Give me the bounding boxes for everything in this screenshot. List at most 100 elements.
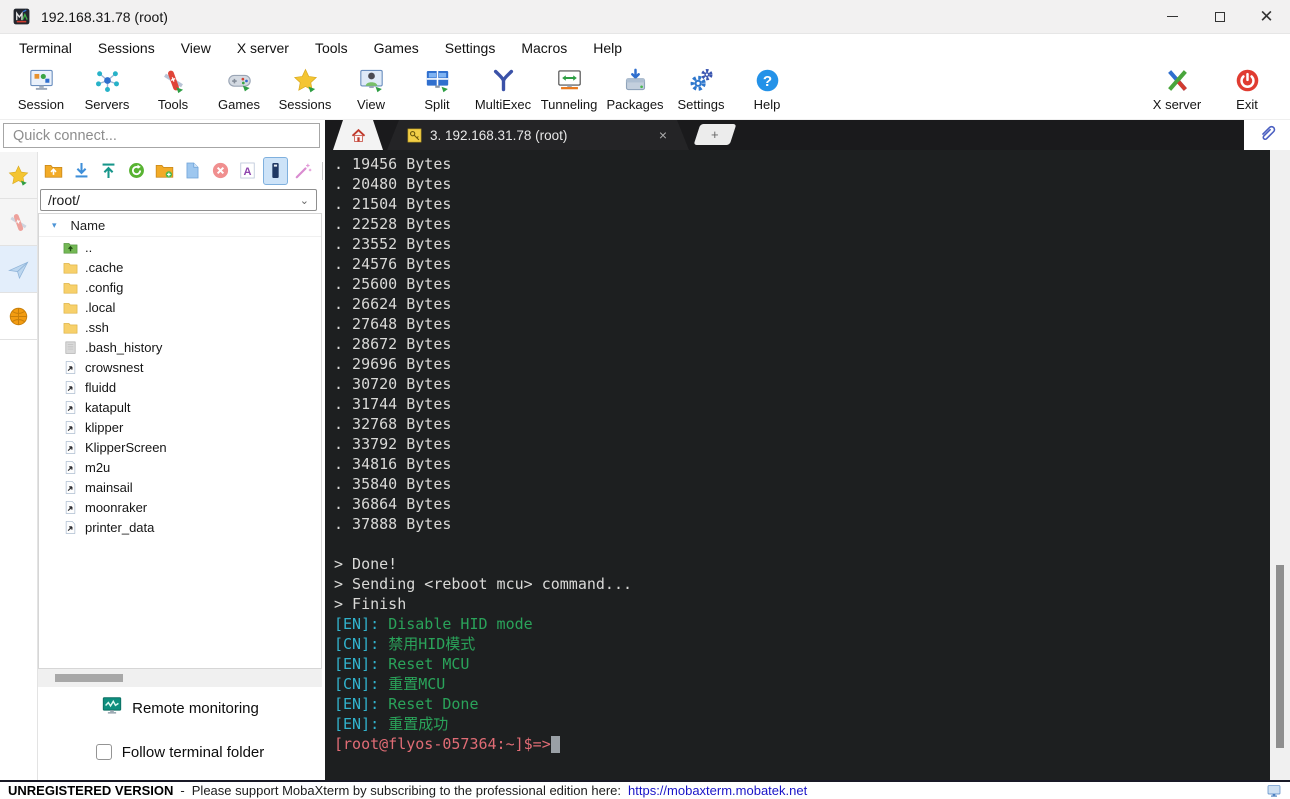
maximize-button[interactable] xyxy=(1196,0,1243,33)
download-button[interactable] xyxy=(69,157,94,185)
toolbar-label-settings: Settings xyxy=(677,97,725,112)
file-row[interactable]: katapult xyxy=(39,397,321,417)
close-icon: ✕ xyxy=(1259,7,1274,26)
file-name: crowsnest xyxy=(85,359,144,375)
terminal-line: > Sending <reboot mcu> command... xyxy=(334,574,1270,594)
menu-item-macros[interactable]: Macros xyxy=(508,40,580,56)
path-dropdown[interactable]: /root/ ⌄ xyxy=(40,189,317,211)
sidebar-tab-macros[interactable] xyxy=(0,246,37,293)
exit-icon xyxy=(1234,67,1261,94)
delete-button[interactable] xyxy=(208,157,233,185)
menu-item-tools[interactable]: Tools xyxy=(302,40,361,56)
terminal-area[interactable]: . 19456 Bytes . 20480 Bytes . 21504 Bytes.… xyxy=(325,150,1290,780)
file-row[interactable]: klipper xyxy=(39,417,321,437)
toolbar-exit[interactable]: Exit xyxy=(1214,67,1280,112)
menu-bar: Terminal Sessions View X server Tools Games Se… xyxy=(0,34,1290,62)
new-tab-button[interactable]: + xyxy=(693,124,737,145)
terminal-text-segment: [root@flyos-057364:~]$=> xyxy=(334,735,551,753)
session-icon xyxy=(28,67,55,94)
session-tab-label: 3. 192.168.31.78 (root) xyxy=(430,127,568,143)
sftp-horizontal-scrollbar[interactable] xyxy=(38,669,322,687)
file-list-header[interactable]: ▾ Name xyxy=(39,214,321,237)
menu-item-x-server[interactable]: X server xyxy=(224,40,302,56)
file-name: .ssh xyxy=(85,319,109,335)
edit-active-icon xyxy=(266,161,285,180)
toolbar-tunneling[interactable]: Tunneling xyxy=(536,67,602,112)
sidebar-tab-tools[interactable] xyxy=(0,199,37,246)
file-row[interactable]: .config xyxy=(39,277,321,297)
home-tab[interactable] xyxy=(333,120,383,150)
file-name: katapult xyxy=(85,399,131,415)
file-row[interactable]: crowsnest xyxy=(39,357,321,377)
file-row[interactable]: moonraker xyxy=(39,497,321,517)
home-icon xyxy=(351,128,365,142)
edit-file-button[interactable]: A xyxy=(236,157,261,185)
toolbar-settings[interactable]: Settings xyxy=(668,67,734,112)
sidebar-tab-sftp[interactable] xyxy=(0,293,37,340)
toolbar-sessions[interactable]: Sessions xyxy=(272,67,338,112)
terminal-line: [EN]: 重置成功 xyxy=(334,714,1270,734)
terminal-text-segment: [EN]: xyxy=(334,715,389,733)
folder-icon xyxy=(63,320,78,335)
file-row[interactable]: .bash_history xyxy=(39,337,321,357)
toolbar-games[interactable]: Games xyxy=(206,67,272,112)
terminal-line: . 19456 Bytes xyxy=(334,154,1270,174)
toolbar-help[interactable]: ? Help xyxy=(734,67,800,112)
scrollbar-thumb[interactable] xyxy=(1276,565,1284,748)
terminal-text-segment: > Sending <reboot mcu> command... xyxy=(334,575,633,593)
close-tab-icon[interactable]: × xyxy=(659,127,667,143)
upload-button[interactable] xyxy=(97,157,122,185)
file-row[interactable]: .cache xyxy=(39,257,321,277)
file-row[interactable]: printer_data xyxy=(39,517,321,537)
toolbar-servers[interactable]: Servers xyxy=(74,67,140,112)
toolbar-x-server[interactable]: X server xyxy=(1144,67,1210,112)
follow-terminal-folder-checkbox[interactable] xyxy=(95,744,112,760)
menu-item-sessions[interactable]: Sessions xyxy=(85,40,168,56)
scrollbar-thumb[interactable] xyxy=(55,674,123,682)
menu-item-view[interactable]: View xyxy=(168,40,224,56)
close-button[interactable]: ✕ xyxy=(1243,0,1290,33)
terminal-text-segment: . 30720 Bytes xyxy=(334,375,452,393)
file-row[interactable]: fluidd xyxy=(39,377,321,397)
mobatek-link[interactable]: https://mobaxterm.mobatek.net xyxy=(628,783,807,798)
terminal-text-segment: . 29696 Bytes xyxy=(334,355,452,373)
star-icon xyxy=(7,164,30,187)
toolbar-session[interactable]: Session xyxy=(8,67,74,112)
file-row[interactable]: m2u xyxy=(39,457,321,477)
file-row[interactable]: .local xyxy=(39,297,321,317)
menu-item-settings[interactable]: Settings xyxy=(432,40,509,56)
menu-item-help[interactable]: Help xyxy=(580,40,635,56)
refresh-button[interactable] xyxy=(124,157,149,185)
file-editor-button[interactable] xyxy=(263,156,289,185)
toolbar-tools[interactable]: Tools xyxy=(140,67,206,112)
file-row[interactable]: .ssh xyxy=(39,317,321,337)
toolbar-view[interactable]: View xyxy=(338,67,404,112)
menu-item-games[interactable]: Games xyxy=(361,40,432,56)
link-icon xyxy=(63,500,78,515)
file-row[interactable]: mainsail xyxy=(39,477,321,497)
new-folder-button[interactable] xyxy=(152,157,177,185)
tools-icon xyxy=(160,67,187,94)
quick-connect-input[interactable] xyxy=(3,123,320,148)
terminal-text-segment: Reset MCU xyxy=(388,655,470,673)
toolbar-split[interactable]: Split xyxy=(404,67,470,112)
terminal-vertical-scrollbar[interactable] xyxy=(1270,150,1290,780)
sidebar-tab-sessions[interactable] xyxy=(0,152,37,199)
file-name: .config xyxy=(85,279,124,295)
parent-directory-button[interactable] xyxy=(41,157,66,185)
file-name: moonraker xyxy=(85,499,148,515)
toolbar-multiexec[interactable]: MultiExec xyxy=(470,67,536,112)
follow-wand-button[interactable] xyxy=(291,157,316,185)
paperclip-icon[interactable] xyxy=(1257,122,1278,143)
terminal-text-segment: [EN]: xyxy=(334,695,389,713)
file-name: printer_data xyxy=(85,519,155,535)
new-file-button[interactable] xyxy=(180,157,205,185)
menu-item-terminal[interactable]: Terminal xyxy=(6,40,85,56)
toolbar-packages[interactable]: Packages xyxy=(602,67,668,112)
minimize-button[interactable] xyxy=(1149,0,1196,33)
file-row[interactable]: KlipperScreen xyxy=(39,437,321,457)
remote-monitoring-button[interactable]: Remote monitoring xyxy=(38,692,322,724)
session-tab-active[interactable]: 3. 192.168.31.78 (root) × xyxy=(387,120,689,150)
file-row[interactable]: .. xyxy=(39,237,321,257)
folder-icon xyxy=(63,260,78,275)
